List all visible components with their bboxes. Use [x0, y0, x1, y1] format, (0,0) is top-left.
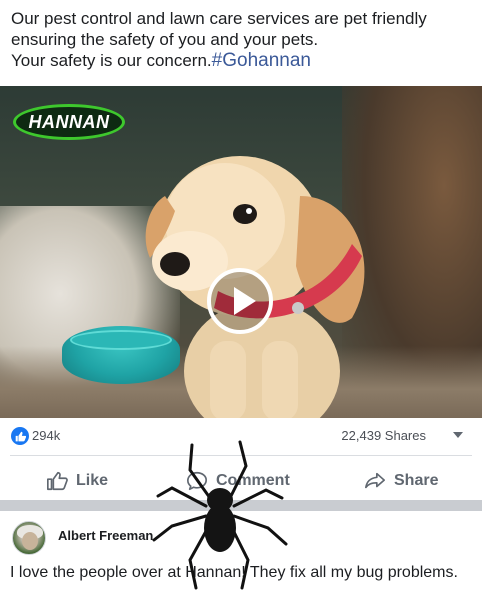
hashtag-link[interactable]: #Gohannan	[212, 50, 311, 71]
like-button[interactable]: Like	[46, 468, 108, 494]
section-separator	[0, 500, 482, 511]
comment-button-label: Comment	[216, 472, 290, 489]
comment-button[interactable]: Comment	[186, 468, 290, 494]
thumbs-up-icon	[47, 471, 68, 491]
like-button-label: Like	[76, 472, 109, 489]
comment-icon	[187, 471, 207, 491]
post-caption: Our pest control and lawn care services …	[11, 8, 477, 71]
caption-line-1: Our pest control and lawn care services …	[11, 9, 427, 28]
post-video[interactable]: HANNAN	[0, 86, 482, 418]
facebook-post: Our pest control and lawn care services …	[0, 0, 482, 600]
commenter-name[interactable]: Albert Freeman	[58, 528, 153, 543]
caption-line-3: Your safety is our concern.	[11, 51, 212, 70]
caption-line-2: ensuring the safety of you and your pets…	[11, 30, 319, 49]
post-actions: Like Comment Share	[0, 460, 482, 500]
play-circle-icon[interactable]	[207, 268, 273, 334]
like-count[interactable]: 294k	[32, 428, 60, 443]
comment-text: I love the people over at Hannan! They f…	[10, 564, 458, 581]
divider	[10, 455, 472, 456]
logo-text: HANNAN	[28, 111, 110, 132]
share-button-label: Share	[394, 472, 439, 489]
hannan-logo: HANNAN	[13, 104, 125, 140]
share-icon	[365, 472, 385, 489]
caret-down-icon[interactable]	[453, 432, 463, 438]
avatar[interactable]	[12, 521, 46, 555]
thumbs-up-icon[interactable]	[11, 427, 29, 445]
reactions-bar: 294k 22,439 Shares	[0, 418, 482, 454]
share-count[interactable]: 22,439 Shares	[341, 428, 426, 443]
share-button[interactable]: Share	[364, 468, 438, 494]
comment: Albert Freeman I love the people over at…	[0, 511, 482, 600]
